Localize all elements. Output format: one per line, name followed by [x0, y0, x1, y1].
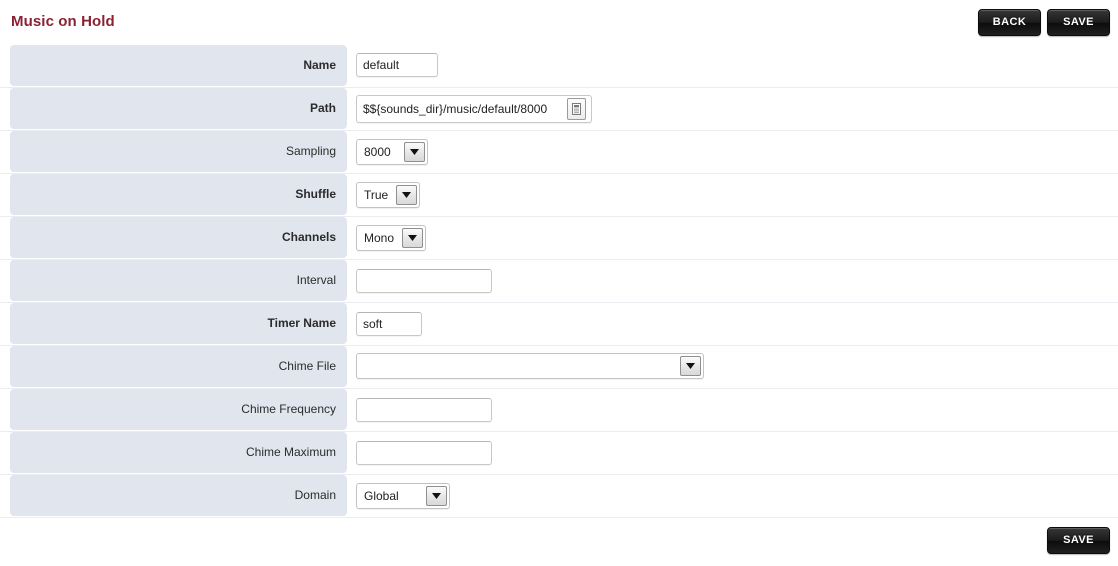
interval-input[interactable]	[356, 269, 492, 293]
form-row-chime-file: Chime File	[0, 345, 1118, 388]
page-title: Music on Hold	[11, 13, 115, 30]
domain-select-arrow[interactable]	[426, 486, 447, 506]
label-cell-path: Path	[0, 87, 347, 130]
chevron-down-icon	[432, 493, 441, 499]
shuffle-select-arrow[interactable]	[396, 185, 417, 205]
footer-bar: SAVE	[0, 518, 1118, 566]
form-row-path: Path	[0, 87, 1118, 130]
page-header: Music on Hold BACK SAVE	[0, 0, 1118, 44]
field-label-shuffle: Shuffle	[10, 174, 347, 215]
field-label-sampling: Sampling	[10, 131, 347, 172]
path-input[interactable]	[357, 98, 567, 120]
chime-file-select[interactable]	[356, 353, 704, 379]
label-cell-chime-frequency: Chime Frequency	[0, 388, 347, 431]
chime-file-select-arrow[interactable]	[680, 356, 701, 376]
form-row-chime-maximum: Chime Maximum	[0, 431, 1118, 474]
field-cell-channels: Mono	[347, 216, 1118, 259]
label-cell-name: Name	[0, 44, 347, 87]
save-button-bottom[interactable]: SAVE	[1047, 527, 1110, 554]
field-label-chime-file: Chime File	[10, 346, 347, 387]
form-row-channels: Channels Mono	[0, 216, 1118, 259]
domain-select[interactable]: Global	[356, 483, 450, 509]
chime-maximum-input[interactable]	[356, 441, 492, 465]
field-cell-sampling: 8000	[347, 130, 1118, 173]
form-row-timer-name: Timer Name	[0, 302, 1118, 345]
field-cell-shuffle: True	[347, 173, 1118, 216]
shuffle-select[interactable]: True	[356, 182, 420, 208]
shuffle-select-value: True	[357, 183, 396, 207]
label-cell-chime-file: Chime File	[0, 345, 347, 388]
save-button-top[interactable]: SAVE	[1047, 9, 1110, 36]
channels-select-arrow[interactable]	[402, 228, 423, 248]
field-cell-chime-frequency	[347, 388, 1118, 431]
label-cell-channels: Channels	[0, 216, 347, 259]
field-cell-domain: Global	[347, 474, 1118, 517]
field-label-domain: Domain	[10, 475, 347, 516]
header-actions: BACK SAVE	[978, 9, 1110, 36]
form-row-sampling: Sampling 8000	[0, 130, 1118, 173]
field-cell-timer-name	[347, 302, 1118, 345]
form-row-domain: Domain Global	[0, 474, 1118, 517]
label-cell-interval: Interval	[0, 259, 347, 302]
sampling-select-value: 8000	[357, 140, 404, 164]
field-label-path: Path	[10, 88, 347, 129]
chevron-down-icon	[408, 235, 417, 241]
chevron-down-icon	[686, 363, 695, 369]
chevron-down-icon	[402, 192, 411, 198]
field-label-interval: Interval	[10, 260, 347, 301]
field-cell-chime-file	[347, 345, 1118, 388]
chevron-down-icon	[410, 149, 419, 155]
label-cell-chime-maximum: Chime Maximum	[0, 431, 347, 474]
form-row-chime-frequency: Chime Frequency	[0, 388, 1118, 431]
field-label-timer-name: Timer Name	[10, 303, 347, 344]
field-label-name: Name	[10, 45, 347, 86]
timer-name-input[interactable]	[356, 312, 422, 336]
domain-select-value: Global	[357, 484, 426, 508]
sampling-select[interactable]: 8000	[356, 139, 428, 165]
form-row-name: Name	[0, 44, 1118, 87]
back-button[interactable]: BACK	[978, 9, 1041, 36]
name-input[interactable]	[356, 53, 438, 77]
field-label-chime-frequency: Chime Frequency	[10, 389, 347, 430]
document-icon	[572, 103, 581, 115]
label-cell-domain: Domain	[0, 474, 347, 517]
browse-file-button[interactable]	[567, 98, 586, 120]
chime-frequency-input[interactable]	[356, 398, 492, 422]
form-row-shuffle: Shuffle True	[0, 173, 1118, 216]
channels-select[interactable]: Mono	[356, 225, 426, 251]
field-cell-interval	[347, 259, 1118, 302]
field-label-chime-maximum: Chime Maximum	[10, 432, 347, 473]
label-cell-shuffle: Shuffle	[0, 173, 347, 216]
path-field-group	[356, 95, 592, 123]
form-rows: NamePathSampling 8000 Shuffle True Channels M…	[0, 44, 1118, 517]
field-cell-name	[347, 44, 1118, 87]
chime-file-select-value	[357, 354, 680, 378]
form-row-interval: Interval	[0, 259, 1118, 302]
field-cell-path	[347, 87, 1118, 130]
music-on-hold-form: NamePathSampling 8000 Shuffle True Channels M…	[0, 44, 1118, 518]
field-label-channels: Channels	[10, 217, 347, 258]
channels-select-value: Mono	[357, 226, 402, 250]
label-cell-timer-name: Timer Name	[0, 302, 347, 345]
label-cell-sampling: Sampling	[0, 130, 347, 173]
field-cell-chime-maximum	[347, 431, 1118, 474]
sampling-select-arrow[interactable]	[404, 142, 425, 162]
